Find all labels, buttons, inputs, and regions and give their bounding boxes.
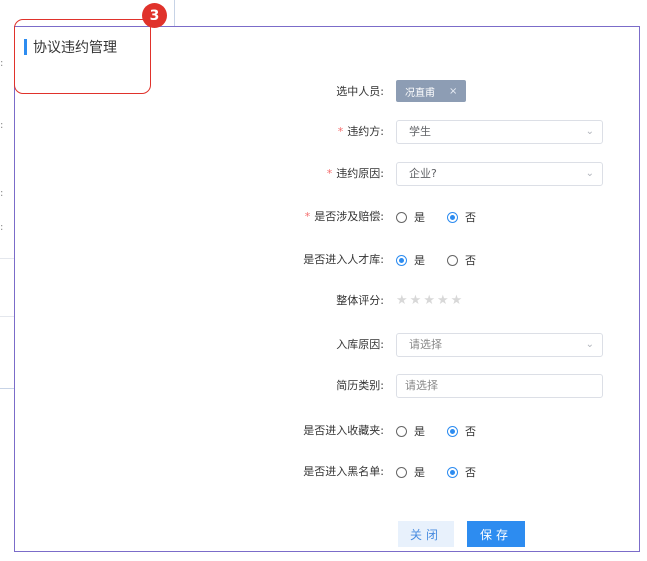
pool-reason-label: 入库原因: [336,338,384,351]
background-divider [0,258,14,259]
rating-row: 整体评分: ★ ★ ★ ★ ★ [15,289,641,313]
compensation-yes-radio[interactable]: 是 [396,209,425,225]
pool-reason-row: 入库原因: 请选择 ⌄ [15,333,641,357]
blacklist-no-radio[interactable]: 否 [447,464,476,480]
star-icon[interactable]: ★ [396,289,408,313]
breach-party-value: 学生 [409,125,431,138]
resume-type-label: 简历类别: [336,379,384,392]
pool-reason-placeholder: 请选择 [409,338,442,351]
resume-type-input[interactable]: 请选择 [396,374,603,398]
compensation-radio-group: 是 否 [396,205,498,229]
compensation-label: * 是否涉及赔偿: [304,210,384,223]
talent-pool-label: 是否进入人才库: [303,253,384,266]
breach-reason-label: * 违约原因: [326,167,384,180]
rating-stars: ★ ★ ★ ★ ★ [396,289,462,313]
compensation-row: * 是否涉及赔偿: 是 否 [15,205,641,229]
chevron-down-icon: ⌄ [585,168,594,179]
favorites-no-radio[interactable]: 否 [447,423,476,439]
talent-pool-no-radio[interactable]: 否 [447,252,476,268]
favorites-radio-group: 是 否 [396,419,498,443]
blacklist-row: 是否进入黑名单: 是 否 [15,460,641,484]
background-fragment: : [0,120,4,131]
blacklist-yes-radio[interactable]: 是 [396,464,425,480]
pool-reason-select[interactable]: 请选择 ⌄ [396,333,603,357]
star-icon[interactable]: ★ [423,289,435,313]
talent-pool-row: 是否进入人才库: 是 否 [15,248,641,272]
close-icon[interactable]: × [449,86,457,97]
breach-reason-value: 企业? [409,167,437,180]
star-icon[interactable]: ★ [451,289,463,313]
blacklist-radio-group: 是 否 [396,460,498,484]
background-fragment: : [0,222,4,233]
compensation-no-radio[interactable]: 否 [447,209,476,225]
star-icon[interactable]: ★ [437,289,449,313]
background-fragment: : [0,58,4,69]
star-icon[interactable]: ★ [410,289,422,313]
callout-highlight-box [14,19,151,94]
chevron-down-icon: ⌄ [585,126,594,137]
selected-person-label: 选中人员: [336,85,384,98]
selected-person-name: 况直甫 [405,87,435,99]
step-number-badge: 3 [142,3,167,28]
breach-party-row: * 违约方: 学生 ⌄ [15,120,641,144]
resume-type-row: 简历类别: 请选择 [15,374,641,398]
close-button[interactable]: 关闭 [398,521,454,547]
chevron-down-icon: ⌄ [585,339,594,350]
selected-person-tag[interactable]: 况直甫 × [396,80,467,102]
background-fragment: : [0,188,4,199]
favorites-label: 是否进入收藏夹: [303,424,384,437]
favorites-yes-radio[interactable]: 是 [396,423,425,439]
background-divider [0,316,14,317]
breach-party-select[interactable]: 学生 ⌄ [396,120,603,144]
breach-reason-row: * 违约原因: 企业? ⌄ [15,162,641,186]
favorites-row: 是否进入收藏夹: 是 否 [15,419,641,443]
talent-pool-yes-radio[interactable]: 是 [396,252,425,268]
save-button[interactable]: 保存 [467,521,525,547]
breach-management-dialog: 协议违约管理 选中人员: 况直甫 × * 违约方: 学生 ⌄ * 违约原因: 企业?… [14,26,640,552]
breach-reason-select[interactable]: 企业? ⌄ [396,162,603,186]
blacklist-label: 是否进入黑名单: [303,465,384,478]
breach-party-label: * 违约方: [337,125,384,138]
talent-pool-radio-group: 是 否 [396,248,498,272]
rating-label: 整体评分: [336,294,384,307]
